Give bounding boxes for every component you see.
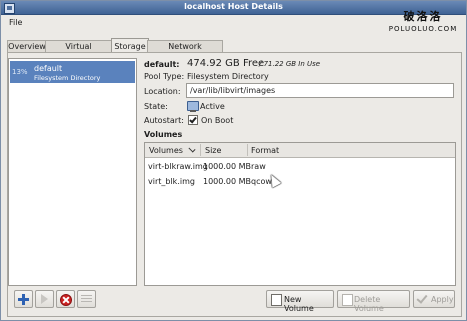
location-field[interactable]: /var/lib/libvirt/images	[186, 83, 454, 98]
state-active-icon	[187, 101, 199, 112]
delete-volume-label: Delete Volume	[354, 295, 384, 313]
pool-in-use: / 71.22 GB In Use	[259, 60, 321, 68]
location-value: /var/lib/libvirt/images	[190, 86, 276, 95]
autostart-checkbox[interactable]	[188, 115, 198, 125]
pool-name: default	[34, 64, 63, 73]
apply-button[interactable]: Apply	[413, 290, 455, 308]
start-pool-button[interactable]	[35, 290, 54, 308]
pool-free-size: 474.92 GB Free	[187, 58, 265, 69]
pool-type: Filesystem Directory	[34, 74, 101, 82]
delete-volume-button[interactable]: Delete Volume	[337, 290, 410, 313]
delete-icon	[60, 294, 72, 306]
volume-name: virt-blkraw.img	[148, 162, 208, 171]
autostart-value[interactable]: On Boot	[201, 116, 233, 125]
stop-pool-button[interactable]	[77, 290, 96, 308]
new-volume-button[interactable]: New Volume	[266, 290, 334, 313]
volumes-section-label: Volumes	[144, 130, 183, 139]
volume-name: virt_blk.img	[148, 177, 195, 186]
state-value: Active	[200, 102, 225, 111]
apply-label: Apply	[431, 295, 454, 304]
new-volume-label: New Volume	[284, 295, 314, 313]
autostart-label: Autostart:	[144, 116, 184, 125]
delete-volume-icon	[342, 294, 353, 306]
pool-type-value: Filesystem Directory	[187, 72, 269, 81]
volume-size: 1000.00 MB	[203, 162, 252, 171]
volume-size: 1000.00 MB	[203, 177, 252, 186]
volumes-table-header: Volumes Size Format	[145, 143, 455, 158]
plus-icon	[18, 294, 29, 305]
pool-row-default[interactable]: 13% default Filesystem Directory	[10, 61, 135, 83]
delete-pool-button[interactable]	[56, 290, 75, 308]
host-details-window: localhost Host Details File 破洛洛 POLUOLUO…	[0, 0, 467, 321]
list-icon	[81, 295, 92, 303]
column-divider	[200, 144, 201, 156]
check-icon	[416, 292, 428, 304]
volume-row[interactable]: virt-blkraw.img 1000.00 MB raw	[145, 159, 455, 173]
pool-type-label: Pool Type:	[144, 72, 185, 81]
pool-list[interactable]: 13% default Filesystem Directory	[8, 58, 137, 286]
volumes-table[interactable]: Volumes Size Format virt-blkraw.img 1000…	[144, 142, 456, 286]
watermark-logo: 破洛洛 POLUOLUO.COM	[388, 8, 458, 33]
pool-usage-percent: 13%	[12, 68, 28, 76]
col-header-volumes[interactable]: Volumes	[149, 146, 183, 155]
menu-file[interactable]: File	[9, 18, 22, 27]
volume-row[interactable]: virt_blk.img 1000.00 MB qcow2	[145, 174, 455, 188]
volume-format: raw	[251, 162, 266, 171]
location-label: Location:	[144, 87, 181, 96]
sort-down-icon	[188, 145, 196, 153]
col-header-size[interactable]: Size	[205, 146, 221, 155]
state-label: State:	[144, 102, 168, 111]
add-pool-button[interactable]	[14, 290, 33, 308]
pool-name-label: default:	[144, 60, 180, 69]
column-divider	[247, 144, 248, 156]
watermark-url: POLUOLUO.COM	[388, 25, 458, 33]
play-icon	[41, 294, 48, 304]
new-volume-icon	[271, 294, 282, 306]
watermark-text: 破洛洛	[403, 10, 443, 23]
col-header-format[interactable]: Format	[251, 146, 279, 155]
